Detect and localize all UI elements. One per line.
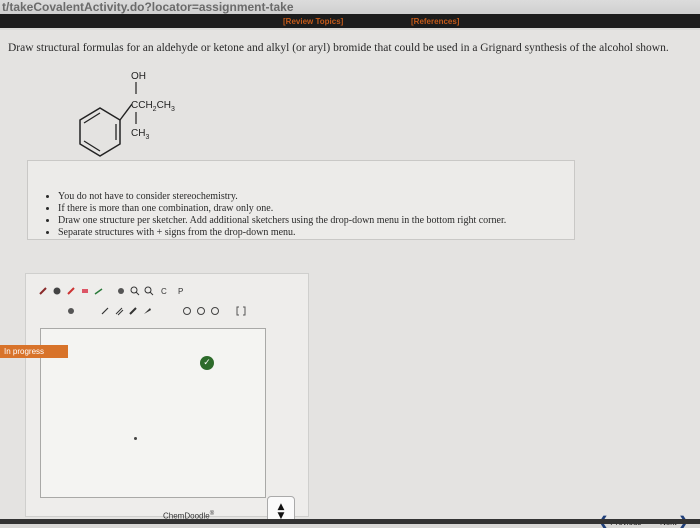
- template-icon[interactable]: [52, 286, 62, 296]
- ring-template-icon[interactable]: [210, 306, 220, 316]
- bottom-edge: [0, 519, 700, 524]
- atom-picker-icon[interactable]: [66, 306, 76, 316]
- instruction-item: If there is more than one combination, d…: [58, 203, 506, 215]
- ethyl-label: CCH2CH3: [131, 100, 175, 113]
- review-topics-link[interactable]: [Review Topics]: [283, 17, 343, 26]
- ring-template-icon[interactable]: [196, 306, 206, 316]
- triple-bond-icon[interactable]: [128, 306, 138, 316]
- pencil-icon[interactable]: [66, 286, 76, 296]
- canvas-cursor-dot: [134, 437, 137, 440]
- check-icon[interactable]: ✓: [200, 356, 214, 370]
- bracket-icon[interactable]: [236, 306, 246, 316]
- instruction-item: Separate structures with + signs from th…: [58, 227, 506, 239]
- references-link[interactable]: [References]: [411, 17, 459, 26]
- charge-icon[interactable]: C: [160, 286, 170, 296]
- instruction-item: You do not have to consider stereochemis…: [58, 191, 506, 203]
- instruction-item: Draw one structure per sketcher. Add add…: [58, 215, 506, 227]
- periodic-table-icon[interactable]: P: [176, 286, 186, 296]
- instructions-box: You do not have to consider stereochemis…: [27, 160, 575, 240]
- chemdoodle-sketcher: C P: [25, 273, 309, 517]
- single-bond-icon[interactable]: [100, 306, 110, 316]
- header-bar: [Review Topics] [References]: [0, 14, 700, 28]
- svg-text:C: C: [161, 287, 167, 296]
- double-bond-icon[interactable]: [114, 306, 124, 316]
- question-panel: Draw structural formulas for an aldehyde…: [0, 30, 700, 528]
- lasso-icon[interactable]: [116, 286, 126, 296]
- question-prompt: Draw structural formulas for an aldehyde…: [8, 42, 669, 54]
- arrow-icon[interactable]: [94, 286, 104, 296]
- sketcher-canvas[interactable]: [40, 328, 266, 498]
- wedge-bond-icon[interactable]: [142, 306, 152, 316]
- benzene-ring: [79, 107, 121, 157]
- ring-template-icon[interactable]: [182, 306, 192, 316]
- browser-url-bar[interactable]: t/takeCovalentActivity.do?locator=assign…: [0, 0, 700, 14]
- bond-icon[interactable]: [38, 286, 48, 296]
- alcohol-structure: OH CCH2CH3 CH3: [79, 71, 175, 157]
- svg-text:P: P: [178, 287, 183, 296]
- zoom-out-icon[interactable]: [144, 286, 154, 296]
- instructions-list: You do not have to consider stereochemis…: [28, 191, 506, 239]
- eraser-icon[interactable]: [80, 286, 90, 296]
- zoom-in-icon[interactable]: [130, 286, 140, 296]
- oh-label: OH: [131, 71, 146, 82]
- status-badge: In progress: [0, 345, 68, 358]
- methyl-label: CH3: [131, 128, 149, 141]
